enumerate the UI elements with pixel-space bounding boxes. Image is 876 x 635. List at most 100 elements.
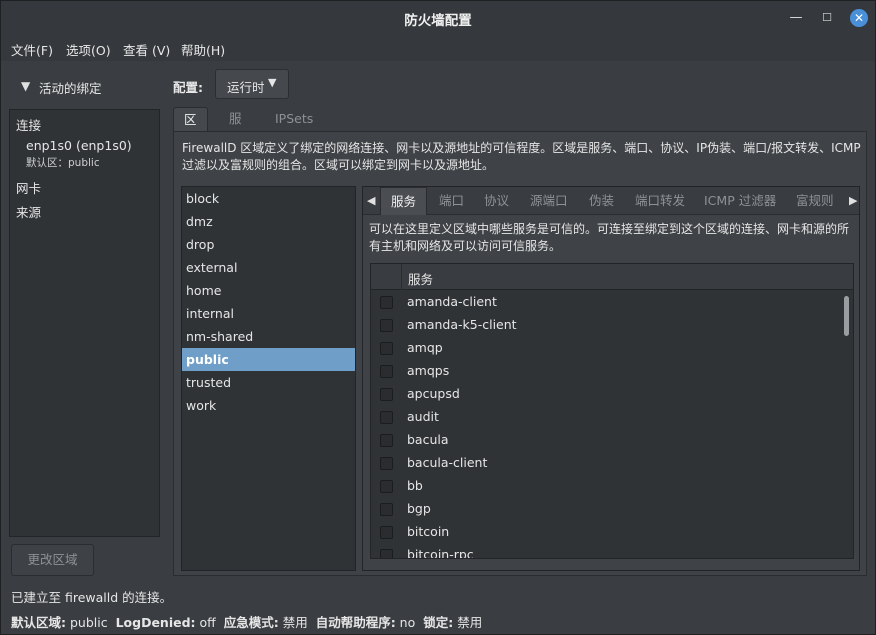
services-column-header[interactable]: 服务 [408,269,433,288]
service-checkbox[interactable] [380,526,393,539]
zone-tab-port-forwarding[interactable]: 端口转发 [635,187,685,215]
service-name: bacula-client [407,455,488,470]
zones-description: FirewallD 区域定义了绑定的网络连接、网卡以及源地址的可信程度。区域是服… [182,141,861,172]
services-description: 可以在这里定义区域中哪些服务是可信的。可连接至绑定到这个区域的连接、网卡和源的所… [369,222,850,253]
auto-helper-label: 自动帮助程序: [315,615,396,630]
log-denied-value: off [199,615,216,630]
lockdown-value: 禁用 [457,615,483,630]
table-row: amqps [371,360,841,383]
auto-helper-value: no [399,615,416,630]
chevron-down-icon: ▼ [21,79,31,93]
zone-item-home[interactable]: home [182,279,355,302]
maximize-icon[interactable]: ☐ [818,9,836,27]
table-row: bacula [371,429,841,452]
table-row: amanda-client [371,291,841,314]
zone-item-drop[interactable]: drop [182,233,355,256]
service-name: bgp [407,501,431,516]
service-checkbox[interactable] [380,434,393,447]
service-checkbox[interactable] [380,319,393,332]
tab-zones[interactable]: 区域 [173,107,208,151]
window-title: 防火墙配置 [404,13,472,29]
zone-tabs: ◀ 服务 端口 协议 源端口 伪装 端口转发 ICMP 过滤器 富规则 ▶ [363,187,859,215]
sources-label[interactable]: 来源 [16,202,41,221]
minimize-icon[interactable]: — [787,9,805,27]
service-checkbox[interactable] [380,503,393,516]
zone-item-public[interactable]: public [182,348,355,371]
zone-item-dmz[interactable]: dmz [182,210,355,233]
active-bindings-toggle[interactable]: ▼ 活动的绑定 [9,73,159,99]
header-separator [401,264,402,290]
service-name: bb [407,478,423,493]
active-bindings-label: 活动的绑定 [39,81,102,96]
services-table-header: 服务 [371,264,853,290]
zone-tab-icmp-filter[interactable]: ICMP 过滤器 [704,187,776,215]
table-row: bgp [371,498,841,521]
services-scrollbar[interactable] [844,296,849,336]
default-zone-label: 默认区域: [11,615,66,630]
dropdown-arrow-icon: ▼ [268,76,277,89]
config-dropdown[interactable]: 运行时 ▼ [215,69,289,99]
table-row: bb [371,475,841,498]
zones-panel: FirewallD 区域定义了绑定的网络连接、网卡以及源地址的可信程度。区域是服… [173,131,867,576]
service-checkbox[interactable] [380,457,393,470]
zone-details: ◀ 服务 端口 协议 源端口 伪装 端口转发 ICMP 过滤器 富规则 ▶ 可以… [362,186,860,571]
tab-services[interactable]: 服务 [219,107,252,150]
service-checkbox[interactable] [380,411,393,424]
zone-item-trusted[interactable]: trusted [182,371,355,394]
menu-options[interactable]: 选项(O) [66,40,111,59]
connection-item[interactable]: enp1s0 (enp1s0) [26,138,132,153]
menu-help[interactable]: 帮助(H) [181,40,225,59]
service-name: bacula [407,432,449,447]
zone-item-internal[interactable]: internal [182,302,355,325]
tabs-scroll-left-icon[interactable]: ◀ [367,187,375,215]
menu-view[interactable]: 查看 (V) [123,40,170,59]
service-checkbox[interactable] [380,365,393,378]
service-name: amanda-k5-client [407,317,517,332]
menu-bar: 文件(F) 选项(O) 查看 (V) 帮助(H) [1,35,875,61]
zone-item-block[interactable]: block [182,187,355,210]
table-row: apcupsd [371,383,841,406]
service-checkbox[interactable] [380,480,393,493]
title-bar: 防火墙配置 — ☐ ✕ [1,1,875,35]
zone-tab-masquerade[interactable]: 伪装 [589,187,614,215]
service-checkbox[interactable] [380,549,393,558]
zone-tab-ports[interactable]: 端口 [439,187,464,215]
service-name: audit [407,409,439,424]
connection-default-zone: 默认区：public [26,157,100,169]
menu-file[interactable]: 文件(F) [11,40,53,59]
zone-item-external[interactable]: external [182,256,355,279]
service-checkbox[interactable] [380,388,393,401]
table-row: amanda-k5-client [371,314,841,337]
zone-tab-rich-rules[interactable]: 富规则 [796,187,834,215]
table-row: audit [371,406,841,429]
service-name: bitcoin [407,524,450,539]
panic-mode-label: 应急模式: [223,615,279,630]
zone-tab-protocols[interactable]: 协议 [484,187,509,215]
status-bar: 默认区域: public LogDenied: off 应急模式: 禁用 自动帮… [11,612,482,631]
services-table: 服务 amanda-client amanda-k5-client amqp a… [370,263,854,559]
zone-item-work[interactable]: work [182,394,355,417]
service-name: bitcoin-rpc [407,547,474,559]
zone-tab-services[interactable]: 服务 [380,187,428,215]
bindings-panel: 连接 enp1s0 (enp1s0) 默认区：public 网卡 来源 [9,109,160,537]
table-row: bacula-client [371,452,841,475]
zone-item-nm-shared[interactable]: nm-shared [182,325,355,348]
service-name: amanda-client [407,294,497,309]
service-name: amqps [407,363,450,378]
service-checkbox[interactable] [380,342,393,355]
interfaces-label[interactable]: 网卡 [16,178,41,197]
zone-tab-source-ports[interactable]: 源端口 [530,187,568,215]
change-zone-button[interactable]: 更改区域 [11,544,94,576]
zone-list: block dmz drop external home internal nm… [181,186,356,571]
table-row: bitcoin-rpc [371,544,841,559]
close-icon[interactable]: ✕ [850,9,868,27]
default-zone-value: public [69,615,108,630]
tabs-scroll-right-icon[interactable]: ▶ [849,187,857,215]
tab-ipsets[interactable]: IPSets [265,107,323,131]
service-checkbox[interactable] [380,296,393,309]
panic-mode-value: 禁用 [282,615,308,630]
service-name: amqp [407,340,443,355]
connections-label[interactable]: 连接 [16,115,41,134]
config-label: 配置: [173,80,203,95]
service-name: apcupsd [407,386,460,401]
